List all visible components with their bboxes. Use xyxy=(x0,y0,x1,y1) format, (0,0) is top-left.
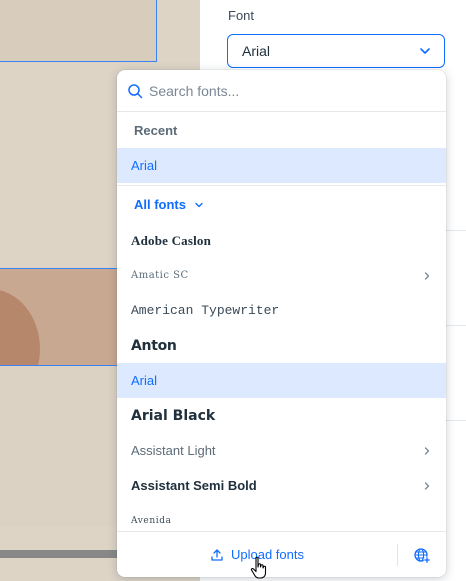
font-search-input[interactable] xyxy=(149,82,409,99)
all-fonts-filter[interactable]: All fonts xyxy=(117,185,446,223)
language-fonts-button[interactable] xyxy=(398,546,446,564)
font-option-label: Assistant Light xyxy=(131,443,216,458)
font-search-bar xyxy=(117,70,446,112)
font-label: Font xyxy=(228,8,255,23)
dropdown-footer: Upload fonts xyxy=(117,531,446,577)
font-option-label: Avenida xyxy=(131,515,172,526)
font-option-arial-black[interactable]: Arial Black xyxy=(117,398,446,433)
font-select[interactable]: Arial xyxy=(227,34,445,68)
font-option-adobe-caslon[interactable]: Adobe Caslon xyxy=(117,223,446,258)
all-fonts-label: All fonts xyxy=(134,197,186,212)
font-option-amatic-sc[interactable]: Amatic SC xyxy=(117,258,446,293)
font-option-label: Adobe Caslon xyxy=(131,232,212,248)
chevron-right-icon xyxy=(424,481,430,490)
font-dropdown: Recent Arial All fonts Adobe Caslon Amat… xyxy=(117,70,446,577)
upload-fonts-button[interactable]: Upload fonts xyxy=(117,547,397,562)
upload-fonts-label: Upload fonts xyxy=(231,547,304,562)
font-option-recent-arial[interactable]: Arial xyxy=(117,148,446,183)
font-option-label: Arial xyxy=(131,158,158,173)
font-option-assistant-semi-bold[interactable]: Assistant Semi Bold xyxy=(117,468,446,503)
font-option-label: Amatic SC xyxy=(131,270,189,281)
recent-section-title: Recent xyxy=(134,122,178,138)
chevron-down-icon xyxy=(195,202,203,207)
decor-arc xyxy=(0,289,40,365)
globe-plus-icon xyxy=(414,547,431,563)
chevron-down-icon xyxy=(420,48,430,54)
font-option-arial[interactable]: Arial xyxy=(117,363,446,398)
chevron-right-icon xyxy=(424,446,430,455)
font-option-label: Assistant Semi Bold xyxy=(131,478,257,493)
upload-icon xyxy=(211,548,223,561)
font-option-assistant-light[interactable]: Assistant Light xyxy=(117,433,446,468)
font-option-label: American Typewriter xyxy=(131,303,280,318)
font-option-american-typewriter[interactable]: American Typewriter xyxy=(117,293,446,328)
font-option-label: Arial xyxy=(131,373,158,388)
font-option-anton[interactable]: Anton xyxy=(117,328,446,363)
search-icon xyxy=(128,83,143,98)
font-select-value: Arial xyxy=(242,43,271,59)
chevron-right-icon xyxy=(424,271,430,280)
font-option-label: Arial Black xyxy=(131,407,216,424)
font-option-label: Anton xyxy=(131,337,177,354)
canvas-image-top[interactable] xyxy=(0,0,157,62)
